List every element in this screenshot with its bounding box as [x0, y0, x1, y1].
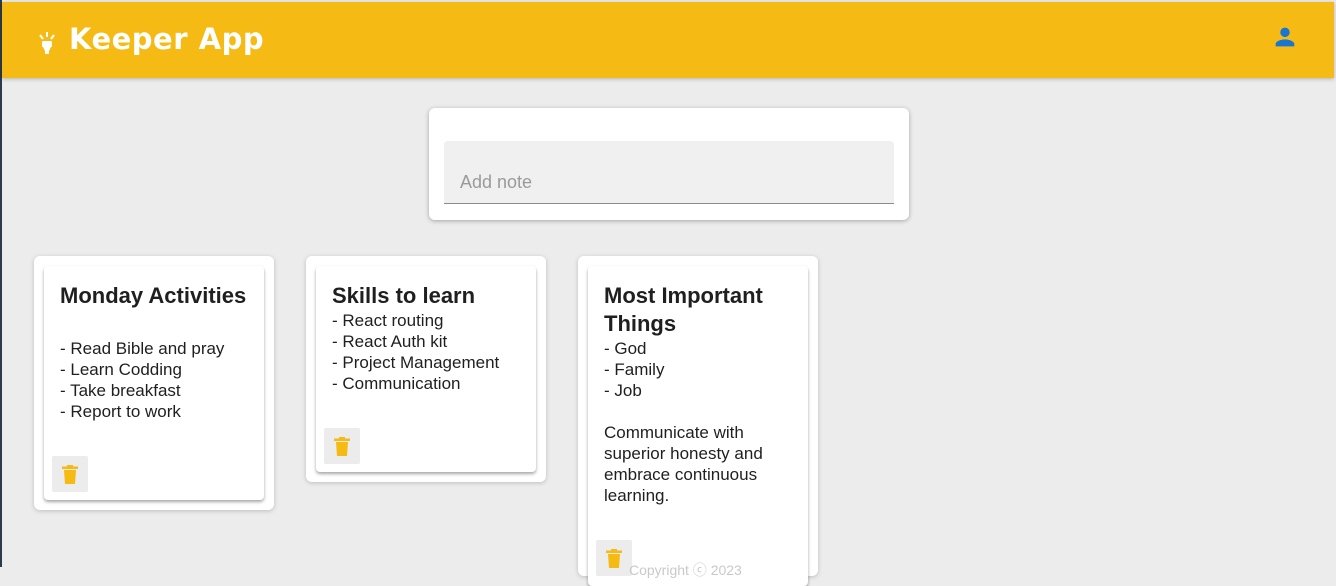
add-note-card: [429, 108, 909, 220]
note-content: - React routing - React Auth kit - Proje…: [332, 311, 500, 393]
window-edge: [0, 0, 2, 567]
app-header: Keeper App: [2, 2, 1334, 78]
note-card: Most Important Things - God - Family - J…: [578, 256, 818, 586]
delete-button[interactable]: [324, 428, 360, 464]
footer-copyright: Copyright ⓒ 2023: [629, 562, 742, 578]
note-card: Monday Activities - Read Bible and pray …: [34, 256, 274, 510]
note-inner: Most Important Things - God - Family - J…: [588, 266, 808, 586]
delete-icon: [606, 548, 622, 568]
delete-icon: [62, 464, 78, 484]
lightbulb-icon: [39, 32, 55, 54]
delete-button[interactable]: [52, 456, 88, 492]
note-title: Monday Activities: [60, 283, 247, 308]
account-icon[interactable]: [1271, 23, 1299, 51]
note-title: Most Important Things: [604, 283, 763, 336]
note-content: - Read Bible and pray - Learn Codding - …: [60, 339, 225, 421]
note-card: Skills to learn - React routing - React …: [306, 256, 546, 482]
add-note-input[interactable]: [444, 141, 894, 204]
app-title: Keeper App: [69, 22, 265, 56]
delete-icon: [334, 436, 350, 456]
note-inner: Monday Activities - Read Bible and pray …: [44, 266, 264, 500]
delete-button[interactable]: [596, 540, 632, 576]
note-title: Skills to learn: [332, 283, 476, 308]
note-inner: Skills to learn - React routing - React …: [316, 266, 536, 472]
note-content: - God - Family - Job Communicate with su…: [604, 339, 763, 505]
